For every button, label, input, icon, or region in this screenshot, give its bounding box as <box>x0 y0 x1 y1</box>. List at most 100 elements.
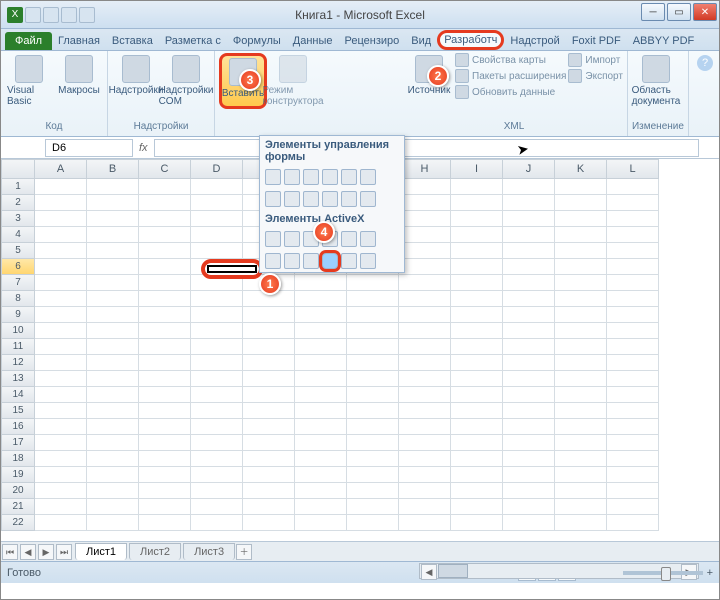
cell[interactable] <box>35 291 87 307</box>
cell[interactable] <box>243 483 295 499</box>
sheet-prev-icon[interactable]: ◀ <box>20 544 36 560</box>
addins-button[interactable]: Надстройки <box>112 53 160 109</box>
tab-addins[interactable]: Надстрой <box>504 32 565 50</box>
select-all-corner[interactable] <box>1 159 35 179</box>
form-toggle-icon[interactable] <box>360 191 376 207</box>
cell[interactable] <box>191 291 243 307</box>
cell[interactable] <box>191 467 243 483</box>
cell[interactable] <box>399 387 451 403</box>
cell[interactable] <box>607 467 659 483</box>
cell[interactable] <box>555 419 607 435</box>
cell[interactable] <box>191 243 243 259</box>
cell[interactable] <box>139 179 191 195</box>
cell[interactable] <box>555 387 607 403</box>
cell[interactable] <box>451 211 503 227</box>
cell[interactable] <box>399 355 451 371</box>
col-J[interactable]: J <box>503 159 555 179</box>
cell[interactable] <box>607 499 659 515</box>
cell[interactable] <box>503 515 555 531</box>
cell[interactable] <box>295 435 347 451</box>
cell[interactable] <box>399 307 451 323</box>
cell[interactable] <box>35 451 87 467</box>
cell[interactable] <box>87 211 139 227</box>
cell[interactable] <box>555 291 607 307</box>
cell[interactable] <box>607 339 659 355</box>
cell[interactable] <box>243 451 295 467</box>
cell[interactable] <box>295 387 347 403</box>
col-D[interactable]: D <box>191 159 243 179</box>
cell[interactable] <box>555 451 607 467</box>
form-check-icon[interactable] <box>303 169 319 185</box>
cell[interactable] <box>555 211 607 227</box>
cell[interactable] <box>451 403 503 419</box>
form-option-icon[interactable] <box>360 169 376 185</box>
row-header[interactable]: 18 <box>1 451 35 467</box>
cell[interactable] <box>35 243 87 259</box>
sheet-first-icon[interactable]: ⏮ <box>2 544 18 560</box>
cell[interactable] <box>87 243 139 259</box>
ax-more-icon[interactable] <box>360 253 376 269</box>
cell[interactable] <box>503 371 555 387</box>
col-K[interactable]: K <box>555 159 607 179</box>
cell[interactable] <box>503 259 555 275</box>
row-header[interactable]: 14 <box>1 387 35 403</box>
cell[interactable] <box>191 499 243 515</box>
cell[interactable] <box>35 211 87 227</box>
com-addins-button[interactable]: Надстройки COM <box>162 53 210 109</box>
cell[interactable] <box>295 339 347 355</box>
cell[interactable] <box>87 275 139 291</box>
tab-home[interactable]: Главная <box>52 32 106 50</box>
tab-view[interactable]: Вид <box>405 32 437 50</box>
cell[interactable] <box>347 451 399 467</box>
cell[interactable] <box>399 515 451 531</box>
cell[interactable] <box>503 291 555 307</box>
cell[interactable] <box>139 195 191 211</box>
cell[interactable] <box>35 403 87 419</box>
cell[interactable] <box>295 275 347 291</box>
cell[interactable] <box>451 355 503 371</box>
ax-image-icon[interactable] <box>322 253 338 269</box>
cell[interactable] <box>295 355 347 371</box>
sheet-tab-3[interactable]: Лист3 <box>183 543 235 560</box>
cell[interactable] <box>347 371 399 387</box>
cell[interactable] <box>555 403 607 419</box>
cell[interactable] <box>451 179 503 195</box>
cell[interactable] <box>503 243 555 259</box>
cell[interactable] <box>503 275 555 291</box>
visual-basic-button[interactable]: Visual Basic <box>5 53 53 109</box>
cell[interactable] <box>555 179 607 195</box>
cell[interactable] <box>607 419 659 435</box>
cell[interactable] <box>451 323 503 339</box>
cell[interactable] <box>607 211 659 227</box>
tab-review[interactable]: Рецензиро <box>339 32 406 50</box>
row-header[interactable]: 7 <box>1 275 35 291</box>
cell[interactable] <box>139 339 191 355</box>
row-header[interactable]: 4 <box>1 227 35 243</box>
cell[interactable] <box>295 323 347 339</box>
cell[interactable] <box>399 467 451 483</box>
cell[interactable] <box>243 371 295 387</box>
cell[interactable] <box>347 483 399 499</box>
cell[interactable] <box>35 323 87 339</box>
cell[interactable] <box>87 515 139 531</box>
row-header[interactable]: 19 <box>1 467 35 483</box>
cell[interactable] <box>399 419 451 435</box>
macros-button[interactable]: Макросы <box>55 53 103 109</box>
cell[interactable] <box>555 515 607 531</box>
cell[interactable] <box>451 259 503 275</box>
cell[interactable] <box>295 307 347 323</box>
cell[interactable] <box>87 339 139 355</box>
cell[interactable] <box>555 371 607 387</box>
col-C[interactable]: C <box>139 159 191 179</box>
cell[interactable] <box>243 419 295 435</box>
cell[interactable] <box>607 371 659 387</box>
cell[interactable] <box>35 387 87 403</box>
cell[interactable] <box>243 387 295 403</box>
cell[interactable] <box>87 403 139 419</box>
row-header[interactable]: 5 <box>1 243 35 259</box>
cell[interactable] <box>399 339 451 355</box>
cell[interactable] <box>399 243 451 259</box>
cell[interactable] <box>607 451 659 467</box>
cell[interactable] <box>243 339 295 355</box>
zoom-in-icon[interactable]: + <box>707 567 713 579</box>
